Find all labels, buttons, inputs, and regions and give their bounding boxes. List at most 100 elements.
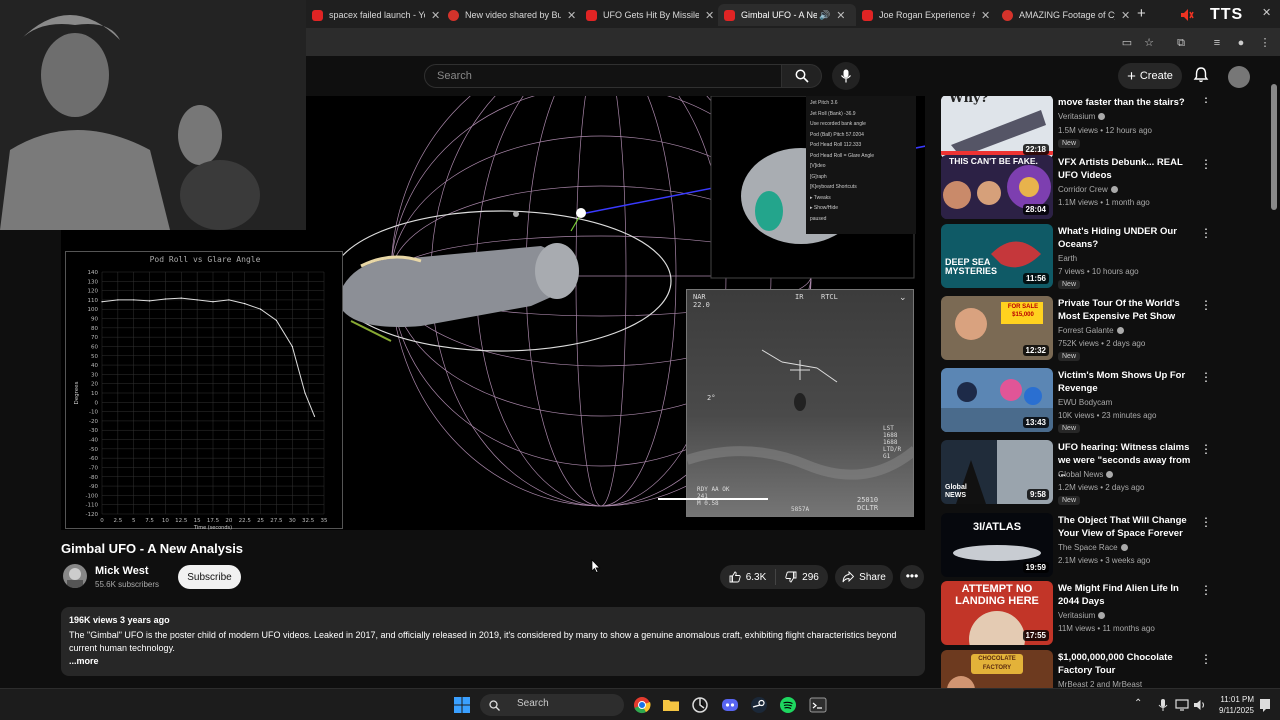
- close-window-icon[interactable]: ✕: [1262, 6, 1271, 19]
- setting-row[interactable]: Jet Pitch 3.6: [810, 98, 912, 109]
- microphone-icon[interactable]: [1154, 696, 1172, 714]
- video-thumbnail[interactable]: FOR SALE $15,000 12:32: [941, 296, 1053, 360]
- video-thumbnail[interactable]: THIS CAN'T BE FAKE. 28:04: [941, 155, 1053, 219]
- video-thumbnail[interactable]: ATTEMPT NO LANDING HERE 17:55: [941, 581, 1053, 645]
- chevron-down-icon[interactable]: ⌄: [899, 292, 907, 303]
- video-thumbnail[interactable]: Why? 22:18: [941, 96, 1053, 159]
- setting-row[interactable]: Jet Roll (Bank) -36.9: [810, 109, 912, 120]
- close-tab-icon[interactable]: ✕: [567, 9, 576, 22]
- volume-icon[interactable]: [1191, 696, 1209, 714]
- like-button[interactable]: 6.3K: [720, 569, 776, 585]
- setting-row[interactable]: ▸ Show/Hide: [810, 203, 912, 214]
- channel-name[interactable]: Mick West: [95, 565, 149, 577]
- recommended-video[interactable]: Why? 22:18 move faster than the stairs? …: [940, 96, 1270, 163]
- description-box[interactable]: 196K views 3 years ago The "Gimbal" UFO …: [61, 607, 925, 676]
- browser-menu-icon[interactable]: ⋮: [1258, 36, 1272, 50]
- setting-row[interactable]: Use recorded bank angle: [810, 119, 912, 130]
- more-options-icon[interactable]: ⋮: [1200, 157, 1212, 171]
- recommended-video[interactable]: CHOCOLATE FACTORY $1,000,000,000 Chocola…: [940, 650, 1270, 688]
- more-actions-button[interactable]: •••: [900, 565, 924, 589]
- more-options-icon[interactable]: ⋮: [1200, 583, 1212, 597]
- close-tab-icon[interactable]: ✕: [1121, 9, 1130, 22]
- video-thumbnail[interactable]: 3I/ATLAS 19:59: [941, 513, 1053, 577]
- video-thumbnail[interactable]: 13:43: [941, 368, 1053, 432]
- profile-icon[interactable]: ●: [1234, 36, 1248, 50]
- chart-y-tick-label: 100: [88, 307, 99, 313]
- chrome-icon[interactable]: [633, 696, 651, 714]
- dislike-button[interactable]: 296: [776, 571, 828, 583]
- speaker-icon[interactable]: 🔊: [819, 10, 830, 21]
- browser-tab[interactable]: New video shared by Burl ✕: [442, 4, 578, 26]
- recommended-video[interactable]: THIS CAN'T BE FAKE. 28:04 VFX Artists De…: [940, 155, 1270, 223]
- windows-start-icon[interactable]: [453, 696, 471, 714]
- reddit-icon: [448, 9, 459, 21]
- browser-tab[interactable]: UFO Gets Hit By Missile - ✕: [580, 4, 716, 26]
- recommended-video[interactable]: 3I/ATLAS 19:59 The Object That Will Chan…: [940, 513, 1270, 581]
- close-tab-icon[interactable]: ✕: [431, 9, 440, 22]
- create-button[interactable]: + Create: [1118, 63, 1182, 89]
- close-tab-icon[interactable]: ✕: [836, 9, 845, 22]
- browser-tab[interactable]: Joe Rogan Experience #1 ✕: [856, 4, 992, 26]
- network-icon[interactable]: [1173, 696, 1191, 714]
- subscribe-button[interactable]: Subscribe: [178, 565, 241, 589]
- steam-icon[interactable]: [750, 696, 768, 714]
- close-tab-icon[interactable]: ✕: [981, 9, 990, 22]
- thumbnail-text: CHOCOLATE FACTORY: [978, 656, 1016, 671]
- video-thumbnail[interactable]: Global NEWS 9:58: [941, 440, 1053, 504]
- scrollbar-thumb[interactable]: [1271, 84, 1277, 210]
- close-tab-icon[interactable]: ✕: [705, 9, 714, 22]
- sitrec-settings-panel[interactable]: Jet Pitch 3.6 Jet Roll (Bank) -36.9 Use …: [806, 96, 916, 234]
- app-icon[interactable]: [691, 696, 709, 714]
- setting-row[interactable]: paused: [810, 214, 912, 225]
- notification-center-icon[interactable]: [1256, 696, 1274, 714]
- more-options-icon[interactable]: ⋮: [1200, 652, 1212, 666]
- new-badge: New: [1058, 496, 1081, 505]
- browser-tab[interactable]: spacex failed launch - You ✕: [306, 4, 442, 26]
- share-button[interactable]: Share: [835, 565, 893, 589]
- video-thumbnail[interactable]: CHOCOLATE FACTORY: [941, 650, 1053, 688]
- setting-row[interactable]: [V]ideo: [810, 161, 912, 172]
- new-tab-button[interactable]: +: [1137, 5, 1146, 22]
- thumbnail-text: ATTEMPT NO LANDING HERE: [955, 583, 1039, 607]
- playlist-icon[interactable]: ≡: [1210, 36, 1224, 50]
- account-avatar[interactable]: [1228, 66, 1250, 88]
- more-options-icon[interactable]: ⋮: [1200, 226, 1212, 240]
- show-more-link[interactable]: ...more: [69, 656, 917, 666]
- player-progress-bar[interactable]: [658, 498, 768, 500]
- more-options-icon[interactable]: ⋮: [1200, 370, 1212, 384]
- setting-row[interactable]: Pod Head Roll = Glare Angle: [810, 151, 912, 162]
- more-options-icon[interactable]: ⋮: [1200, 442, 1212, 456]
- page-scrollbar[interactable]: [1271, 84, 1277, 684]
- more-options-icon[interactable]: ⋮: [1200, 96, 1212, 105]
- search-input[interactable]: Search: [424, 64, 782, 88]
- channel-avatar[interactable]: [63, 564, 87, 588]
- more-options-icon[interactable]: ⋮: [1200, 515, 1212, 529]
- voice-search-button[interactable]: [832, 62, 860, 90]
- search-button[interactable]: [782, 64, 822, 88]
- setting-row[interactable]: Pod Head Roll 112.333: [810, 140, 912, 151]
- system-clock[interactable]: 11:01 PM 9/11/2025: [1212, 694, 1254, 716]
- more-options-icon[interactable]: ⋮: [1200, 298, 1212, 312]
- file-explorer-icon[interactable]: [662, 696, 680, 714]
- setting-row[interactable]: ▸ Tweaks: [810, 193, 912, 204]
- setting-row[interactable]: [G]raph: [810, 172, 912, 183]
- recommended-video[interactable]: Global NEWS 9:58 UFO hearing: Witness cl…: [940, 440, 1270, 508]
- chevron-up-icon[interactable]: ⌃: [1134, 698, 1142, 709]
- recommended-video[interactable]: FOR SALE $15,000 12:32 Private Tour Of t…: [940, 296, 1270, 364]
- recommended-video[interactable]: DEEP SEA MYSTERIES 11:56 What's Hiding U…: [940, 224, 1270, 292]
- extensions-icon[interactable]: ⧉: [1174, 36, 1188, 50]
- discord-icon[interactable]: [721, 696, 739, 714]
- bookmark-star-icon[interactable]: ☆: [1142, 36, 1156, 50]
- setting-row[interactable]: [K]eyboard Shortcuts: [810, 182, 912, 193]
- recommended-video[interactable]: ATTEMPT NO LANDING HERE 17:55 We Might F…: [940, 581, 1270, 649]
- browser-tab-active[interactable]: Gimbal UFO - A New 🔊 ✕: [718, 4, 856, 26]
- setting-row[interactable]: Pod (Ball) Pitch 57.0204: [810, 130, 912, 141]
- notifications-bell-icon[interactable]: [1192, 66, 1210, 84]
- spotify-icon[interactable]: [779, 696, 797, 714]
- cast-icon[interactable]: ▭: [1120, 36, 1134, 50]
- taskbar-search[interactable]: Search: [480, 694, 624, 716]
- terminal-icon[interactable]: [809, 696, 827, 714]
- recommended-video[interactable]: 13:43 Victim's Mom Shows Up For Revenge …: [940, 368, 1270, 436]
- video-thumbnail[interactable]: DEEP SEA MYSTERIES 11:56: [941, 224, 1053, 288]
- browser-tab[interactable]: AMAZING Footage of Cy ✕: [996, 4, 1132, 26]
